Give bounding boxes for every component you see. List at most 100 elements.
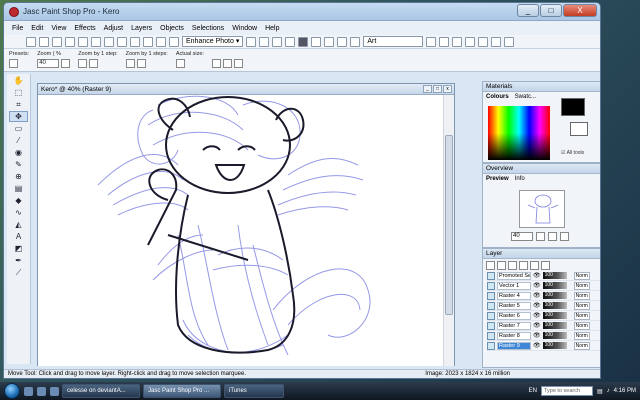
paint-brush-icon[interactable]: ✎ (9, 159, 28, 170)
duplicate-layer-icon[interactable] (508, 261, 517, 270)
background-swatch[interactable] (570, 122, 588, 136)
doc-maximize-button[interactable]: □ (433, 85, 442, 93)
menu-layers[interactable]: Layers (131, 25, 152, 32)
tab-preview[interactable]: Preview (486, 176, 509, 182)
visibility-eye-icon[interactable]: 👁 (533, 342, 541, 349)
doc-close-button[interactable]: x (443, 85, 452, 93)
menu-help[interactable]: Help (265, 25, 279, 32)
menu-objects[interactable]: Objects (160, 25, 184, 32)
crop-tool-icon[interactable]: ⌗ (9, 99, 28, 110)
palette-icon[interactable] (311, 36, 322, 47)
stop-icon[interactable] (452, 36, 463, 47)
menu-file[interactable]: File (12, 25, 23, 32)
dropper-tool-icon[interactable]: ⁄ (9, 135, 28, 146)
overview-zoom-input[interactable]: 40 (511, 232, 533, 241)
flood-fill-icon[interactable]: ◭ (9, 219, 28, 230)
taskbar-item[interactable]: Jasc Paint Shop Pro ... (143, 384, 221, 398)
preset-shape-icon[interactable]: ◩ (9, 243, 28, 254)
layer-row[interactable]: Raster 5 👁 100 Norm (487, 301, 600, 311)
save-icon[interactable] (91, 36, 101, 47)
layer-opacity[interactable]: 100 (542, 272, 567, 279)
tab-info[interactable]: Info (515, 176, 525, 182)
new-vector-icon[interactable] (497, 261, 506, 270)
visibility-eye-icon[interactable]: 👁 (533, 332, 541, 339)
browse-icon[interactable] (52, 36, 62, 47)
copy-icon[interactable] (156, 36, 166, 47)
close-button[interactable]: X (563, 4, 597, 17)
zoom-in-icon[interactable] (78, 59, 88, 68)
network-icon[interactable]: ▤ (597, 388, 603, 395)
layer-icon[interactable] (324, 36, 335, 47)
minimize-button[interactable]: _ (517, 4, 539, 17)
scanner-icon[interactable] (78, 36, 88, 47)
layer-properties-icon[interactable] (530, 261, 539, 270)
retouch-tool-icon[interactable]: ▤ (9, 183, 28, 194)
clone-brush-icon[interactable]: ⊕ (9, 171, 28, 182)
move-tool-icon[interactable]: ✥ (9, 111, 28, 122)
layer-opacity[interactable]: 100 (542, 322, 567, 329)
zoom-spin-icon[interactable] (61, 59, 71, 68)
zoom-out-icon[interactable] (89, 59, 99, 68)
layer-row[interactable]: Raster 9 👁 100 Norm (487, 341, 600, 351)
layer-row[interactable]: Raster 6 👁 100 Norm (487, 311, 600, 321)
delete-layer-icon[interactable] (519, 261, 528, 270)
language-indicator[interactable]: EN (529, 388, 537, 394)
layer-blend-mode[interactable]: Norm (573, 311, 590, 320)
fit-screen-icon[interactable] (233, 59, 243, 68)
picture-icon[interactable] (272, 36, 283, 47)
layer-blend-mode[interactable]: Norm (573, 321, 590, 330)
adjust-icon[interactable] (246, 36, 257, 47)
picture-tube-icon[interactable]: ∿ (9, 207, 28, 218)
switch-windows-icon[interactable] (37, 386, 46, 396)
effects-icon[interactable] (259, 36, 270, 47)
scroll-thumb[interactable] (445, 135, 453, 315)
contrast-icon[interactable] (298, 36, 309, 47)
layer-row[interactable]: Raster 8 👁 100 Norm (487, 331, 600, 341)
menu-edit[interactable]: Edit (31, 25, 43, 32)
browser-icon[interactable] (50, 386, 59, 396)
menu-effects[interactable]: Effects (74, 25, 95, 32)
document-title-bar[interactable]: Kero* @ 40% (Raster 9) _ □ x (38, 84, 454, 95)
layer-blend-mode[interactable]: Norm (573, 281, 590, 290)
layer-opacity[interactable]: 100 (542, 292, 567, 299)
edit-script-icon[interactable] (439, 36, 450, 47)
grid-icon[interactable] (337, 36, 348, 47)
foreground-swatch[interactable] (561, 98, 585, 116)
record-icon[interactable] (465, 36, 476, 47)
red-eye-tool-icon[interactable]: ◉ (9, 147, 28, 158)
start-button[interactable] (4, 383, 20, 399)
colour-spectrum[interactable] (488, 106, 550, 160)
pen-tool-icon[interactable]: ✒ (9, 255, 28, 266)
doc-minimize-button[interactable]: _ (423, 85, 432, 93)
fit-window-icon[interactable] (211, 59, 221, 68)
new-icon[interactable] (26, 36, 36, 47)
shape-tool-icon[interactable]: ▭ (9, 123, 28, 134)
overview-zoom-in-icon[interactable] (536, 232, 545, 241)
layer-blend-mode[interactable]: Norm (573, 271, 590, 280)
volume-icon[interactable]: ♪ (607, 388, 610, 394)
visibility-eye-icon[interactable]: 👁 (533, 302, 541, 309)
open-icon[interactable] (39, 36, 49, 47)
move-preset-icon[interactable] (9, 59, 18, 68)
layer-row[interactable]: Promoted Sele👁100 Norm (487, 271, 600, 281)
taskbar-item[interactable]: celesse on deviantA... (62, 384, 140, 398)
brightness-icon[interactable] (285, 36, 296, 47)
mask-icon[interactable] (541, 261, 550, 270)
layer-opacity[interactable]: 100 (542, 282, 567, 289)
actual-size-icon[interactable] (175, 59, 185, 68)
enhance-photo-dropdown[interactable]: Enhance Photo ▾ (182, 36, 244, 47)
fit-image-icon[interactable] (222, 59, 232, 68)
print-icon[interactable] (104, 36, 114, 47)
layer-blend-mode[interactable]: Norm (573, 331, 590, 340)
toggle-icon[interactable] (350, 36, 361, 47)
vertical-scrollbar[interactable] (443, 95, 454, 366)
overview-zoom-out-icon[interactable] (548, 232, 557, 241)
redo-icon[interactable] (130, 36, 140, 47)
save-script-icon[interactable] (504, 36, 515, 47)
camera-icon[interactable] (65, 36, 75, 47)
layer-opacity[interactable]: 100 (542, 302, 567, 309)
layer-row[interactable]: Raster 7 👁 100 Norm (487, 321, 600, 331)
eraser-icon[interactable]: ◆ (9, 195, 28, 206)
visibility-eye-icon[interactable]: 👁 (533, 292, 541, 299)
tab-swatches[interactable]: Swatc... (515, 94, 536, 100)
